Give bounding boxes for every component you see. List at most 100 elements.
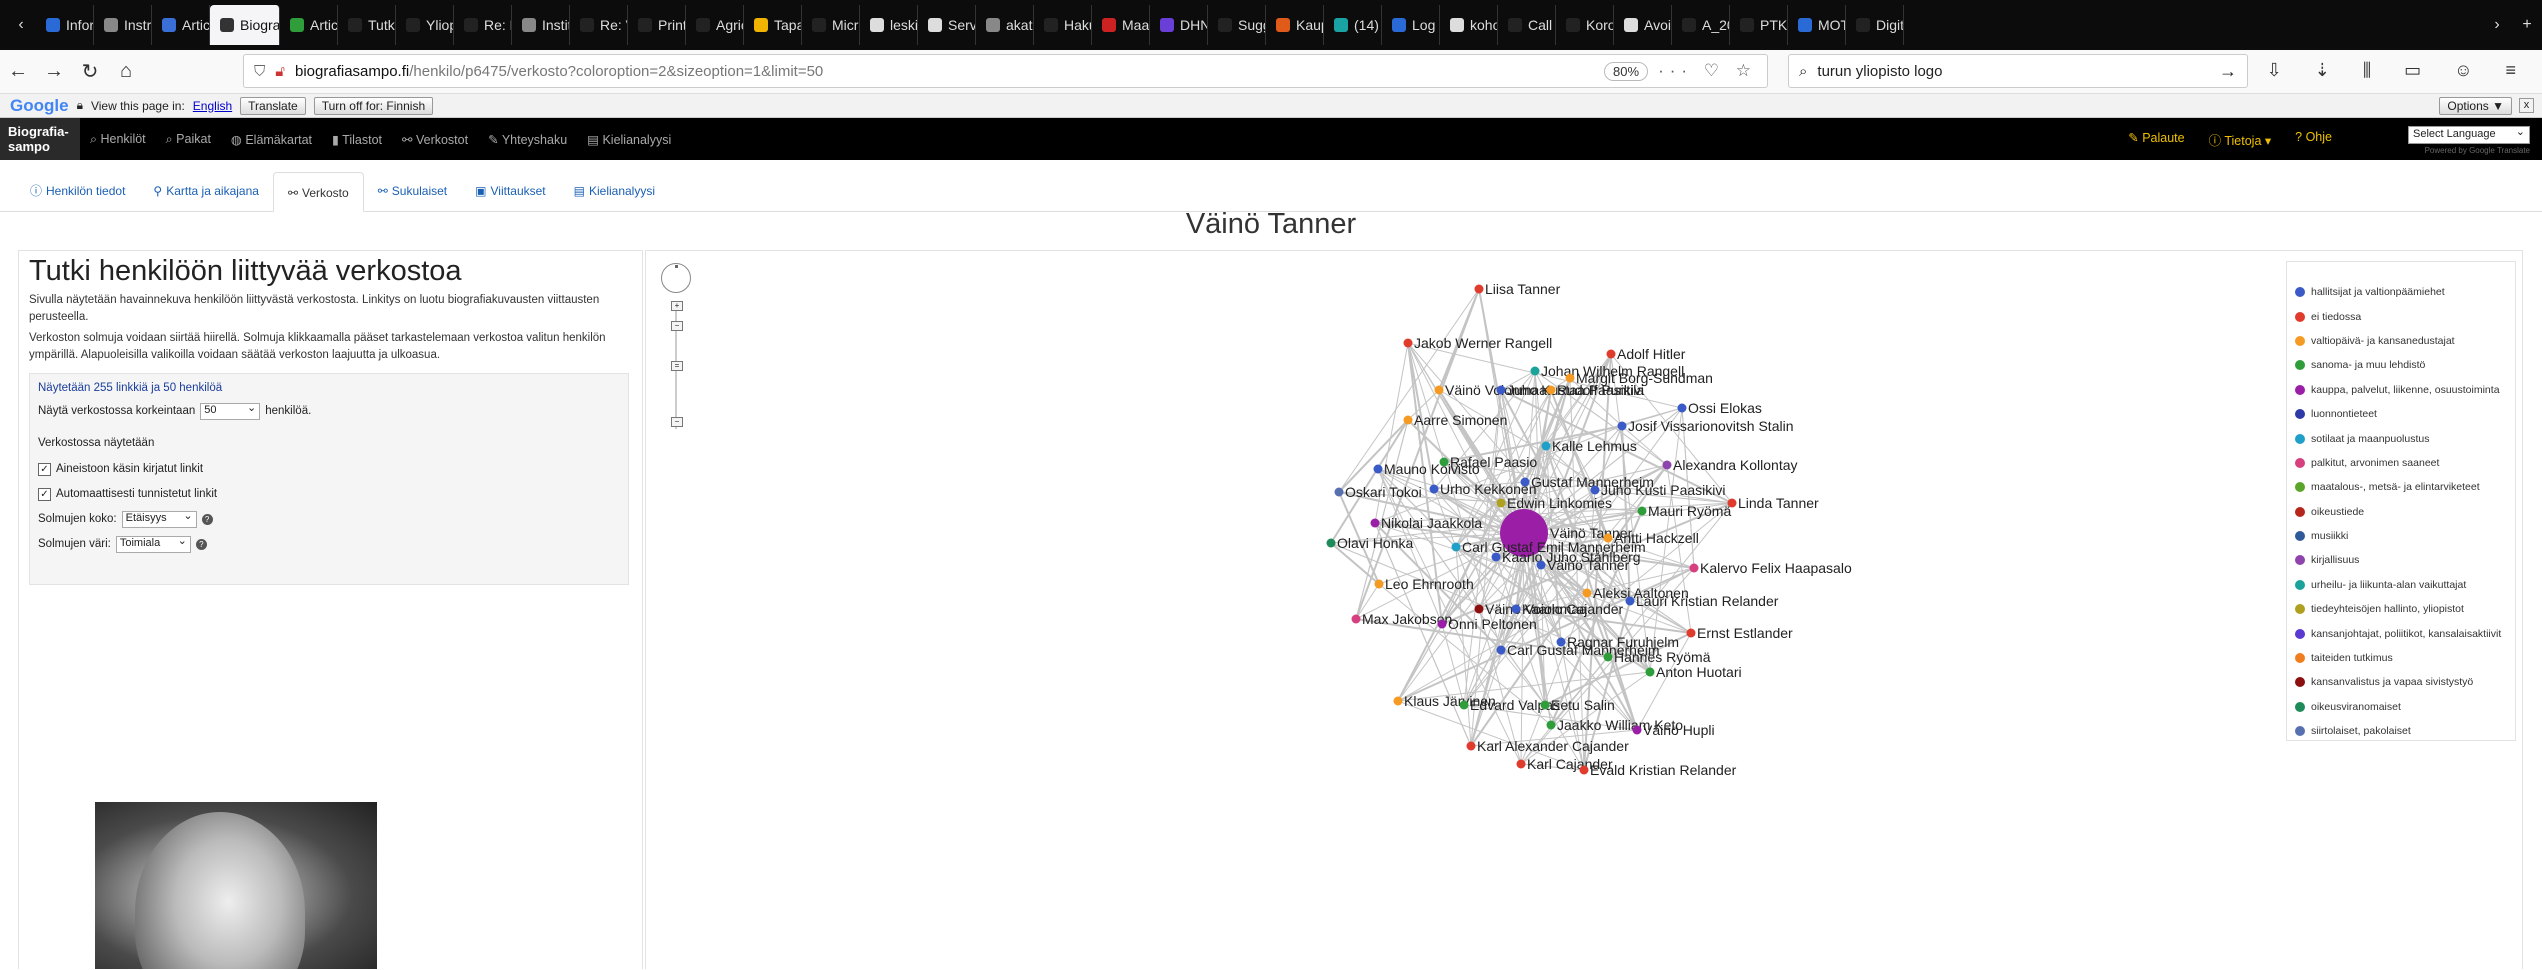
search-input[interactable]: turun yliopisto logo (1817, 63, 1942, 80)
graph-node[interactable]: Mauno Koivisto (1373, 461, 1480, 477)
graph-node-dot[interactable] (1727, 498, 1737, 508)
graph-node[interactable]: Mauri Ryömä (1637, 503, 1732, 519)
graph-node-dot[interactable] (1474, 284, 1484, 294)
page-tab[interactable]: ⚯ Verkosto (272, 172, 364, 212)
zoom-handle[interactable]: = (671, 361, 683, 371)
browser-tab[interactable]: Server (918, 5, 976, 45)
graph-node-dot[interactable] (1334, 487, 1344, 497)
search-go-icon[interactable]: → (2219, 61, 2237, 82)
graph-node-dot[interactable] (1662, 460, 1672, 470)
graph-node-dot[interactable] (1496, 498, 1506, 508)
browser-tab[interactable]: MOT | (1788, 5, 1846, 45)
color-help-icon[interactable]: ? (195, 538, 207, 550)
graph-node-dot[interactable] (1459, 700, 1469, 710)
page-tab[interactable]: ▤ Kielianalyysi (560, 171, 669, 211)
nav-item[interactable]: ▮ Tilastot (322, 132, 392, 147)
browser-tab[interactable]: Re: VS: Ka (570, 5, 628, 45)
graph-node[interactable]: Karl Alexander Cajander (1466, 738, 1630, 754)
graph-node-dot[interactable] (1579, 765, 1589, 775)
graph-node-dot[interactable] (1590, 485, 1600, 495)
home-icon[interactable]: ⌂ (108, 60, 144, 83)
graph-node[interactable]: Edwin Linkomies (1496, 495, 1613, 511)
graph-node-dot[interactable] (1373, 464, 1383, 474)
graph-node-dot[interactable] (1689, 563, 1699, 573)
browser-tab[interactable]: Haku :: Hel (1034, 5, 1092, 45)
graph-pan-control[interactable]: + − = − (661, 263, 691, 429)
options-button[interactable]: Options ▼ (2439, 96, 2512, 115)
page-tab[interactable]: ▣ Viittaukset (461, 171, 560, 211)
nav-right-item[interactable]: ⓘ Tietoja ▾ (2209, 130, 2272, 149)
close-icon[interactable]: x (2519, 98, 2534, 113)
graph-node-dot[interactable] (1466, 741, 1476, 751)
graph-node[interactable]: Alexandra Kollontay (1662, 457, 1798, 473)
graph-node-dot[interactable] (1603, 652, 1613, 662)
nav-right-item[interactable]: ? Ohje (2295, 130, 2332, 149)
graph-node-dot[interactable] (1632, 725, 1642, 735)
graph-node-dot[interactable] (1403, 415, 1413, 425)
reload-icon[interactable]: ↻ (72, 59, 108, 84)
graph-node-dot[interactable] (1370, 518, 1380, 528)
graph-node[interactable]: Leo Ehrnrooth (1374, 576, 1474, 592)
graph-node[interactable]: Josif Vissarionovitsh Stalin (1617, 418, 1794, 434)
browser-tab[interactable]: Kaupu (1266, 5, 1324, 45)
graph-node[interactable]: Linda Tanner (1727, 495, 1820, 511)
browser-tab[interactable]: Article (152, 5, 210, 45)
zoom-step-icon[interactable]: − (671, 321, 683, 331)
graph-node-dot[interactable] (1429, 484, 1439, 494)
auto-links-checkbox[interactable]: ✓ (38, 487, 51, 501)
graph-node-dot[interactable] (1491, 552, 1501, 562)
graph-node[interactable]: Väinö Hupli (1632, 722, 1715, 738)
language-select[interactable]: Select Language (2408, 125, 2530, 144)
browser-tab[interactable]: akatem (976, 5, 1034, 45)
browser-tab[interactable]: PTK_2000 (1730, 5, 1788, 45)
graph-node-dot[interactable] (1474, 604, 1484, 614)
graph-node-dot[interactable] (1520, 477, 1530, 487)
graph-node[interactable]: Adolf Hitler (1606, 346, 1686, 362)
browser-tab[interactable]: Digitoidut (1846, 5, 1904, 45)
graph-node[interactable]: Evald Kristian Relander (1579, 762, 1737, 778)
browser-tab[interactable]: Tutkin (338, 5, 396, 45)
browser-tab[interactable]: Call For Pr (1498, 5, 1556, 45)
graph-node-dot[interactable] (1645, 667, 1655, 677)
graph-node-dot[interactable] (1530, 366, 1540, 376)
graph-node-dot[interactable] (1451, 542, 1461, 552)
graph-node[interactable]: Eetu Salin (1540, 697, 1615, 713)
graph-node[interactable]: Kaarlo Cajander (1511, 601, 1624, 617)
browser-tab[interactable]: Yliopis (396, 5, 454, 45)
graph-node[interactable]: Max Jakobson (1351, 611, 1453, 627)
graph-node[interactable]: Kalle Lehmus (1541, 438, 1637, 454)
graph-node[interactable]: Rudolf Puntila (1546, 382, 1645, 398)
browser-tab[interactable]: Agricu (686, 5, 744, 45)
graph-node-dot[interactable] (1540, 700, 1550, 710)
graph-node-dot[interactable] (1617, 421, 1627, 431)
graph-node[interactable]: Ossi Elokas (1677, 400, 1762, 416)
graph-node-dot[interactable] (1536, 560, 1546, 570)
graph-node-dot[interactable] (1351, 614, 1361, 624)
nav-item[interactable]: ⌕ Henkilöt (80, 132, 156, 147)
nav-item[interactable]: ◍ Elämäkartat (221, 132, 322, 147)
manual-links-checkbox[interactable]: ✓ (38, 462, 51, 476)
tab-scroll-right-icon[interactable]: › (2482, 16, 2512, 34)
browser-tab[interactable]: Avoin (1614, 5, 1672, 45)
browser-tab[interactable]: DHNL (1150, 5, 1208, 45)
zoom-level[interactable]: 80% (1604, 61, 1649, 81)
page-tab[interactable]: ⚯ Sukulaiset (364, 171, 461, 211)
pan-circle-icon[interactable] (661, 263, 691, 293)
browser-tab[interactable]: Sugge (1208, 5, 1266, 45)
graph-node[interactable]: Liisa Tanner (1474, 281, 1561, 297)
back-icon[interactable]: ← (0, 60, 36, 83)
graph-node-dot[interactable] (1434, 385, 1444, 395)
address-bar[interactable]: ⛉ 🔓︎ biografiasampo.fi/henkilo/p6475/ver… (243, 54, 1768, 88)
graph-node-dot[interactable] (1496, 645, 1506, 655)
nav-item[interactable]: ✎ Yhteyshaku (478, 132, 577, 147)
graph-node-dot[interactable] (1516, 759, 1526, 769)
graph-node[interactable]: Nikolai Jaakkola (1370, 515, 1483, 531)
toolbar-icons[interactable]: ⇩ ⇣ ⫼ ▭ ☺ ≡ (2267, 60, 2530, 81)
graph-node[interactable]: Hannes Ryömä (1603, 649, 1711, 665)
browser-tab[interactable]: A_2000_S (1672, 5, 1730, 45)
color-select[interactable]: Toimiala (115, 534, 191, 553)
browser-tab[interactable]: Tapaan (744, 5, 802, 45)
page-actions-icon[interactable]: ··· ♡ ☆ (1658, 61, 1757, 81)
graph-node-dot[interactable] (1437, 619, 1447, 629)
nav-item[interactable]: ⚯ Verkostot (392, 132, 478, 147)
